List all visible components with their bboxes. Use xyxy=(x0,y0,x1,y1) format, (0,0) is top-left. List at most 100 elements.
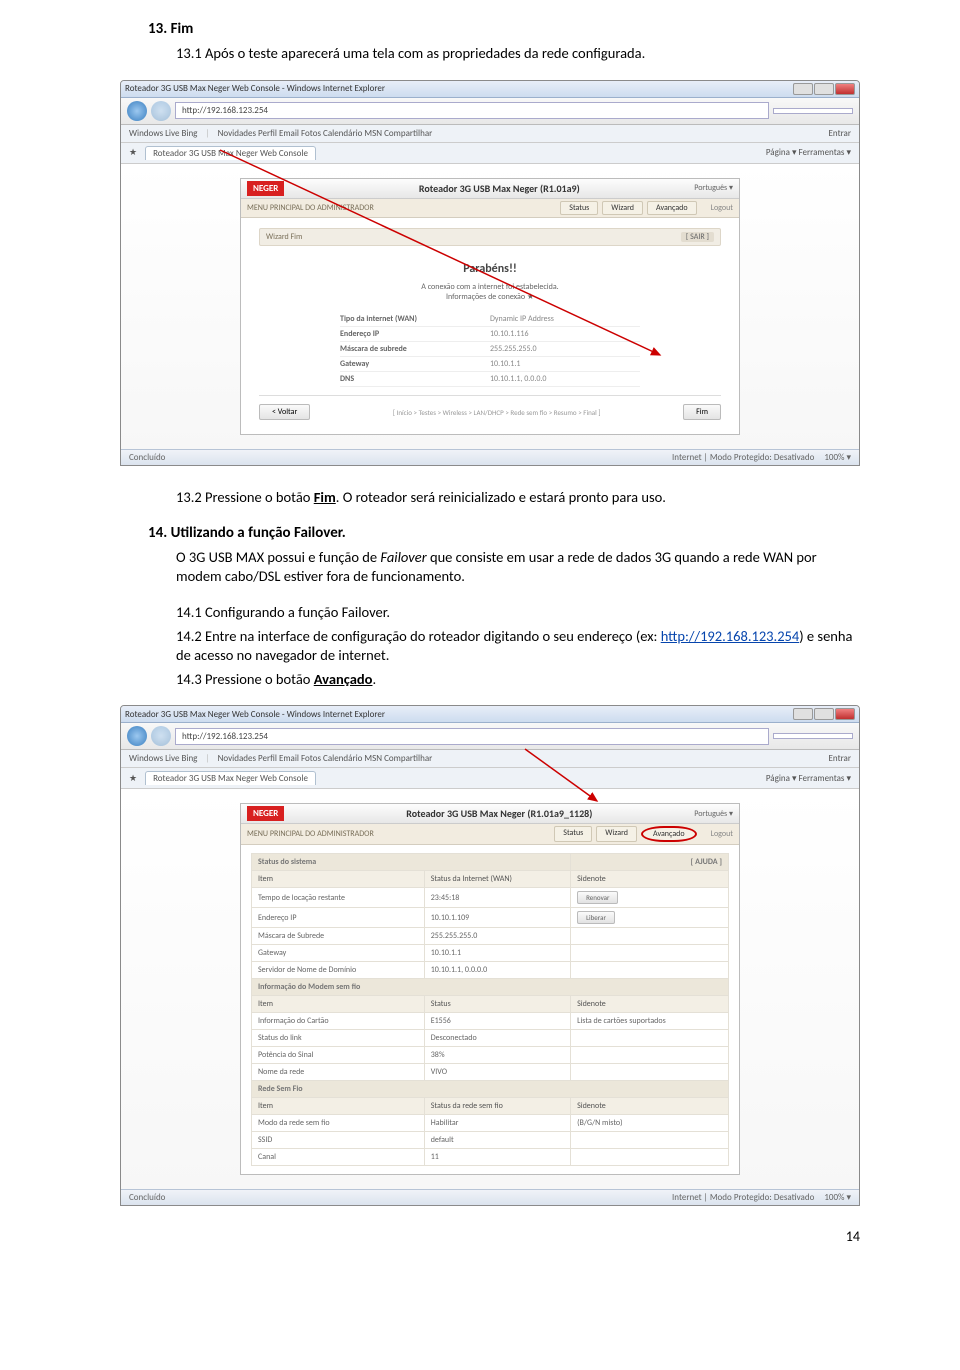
row-k: Máscara de subrede xyxy=(340,344,490,354)
section14-heading: 14. Utilizando a função Failover. xyxy=(148,524,860,542)
cell: Nome da rede xyxy=(252,1064,425,1081)
page-tools: Página ▾ Ferramentas ▾ xyxy=(766,147,851,158)
help-badge: [ AJUDA ] xyxy=(571,854,729,871)
wl-menu: Novidades Perfil Email Fotos Calendário … xyxy=(218,128,433,139)
screenshot-wizard-fim: Roteador 3G USB Max Neger Web Console - … xyxy=(120,80,860,467)
favorites-star-icon: ★ xyxy=(129,773,137,784)
row-v: 10.10.1.1 xyxy=(490,359,640,369)
row-v: Dynamic IP Address xyxy=(490,314,640,324)
neger-logo: NEGER xyxy=(247,181,284,196)
cell: Modo da rede sem fio xyxy=(252,1115,425,1132)
cell: Máscara de Subrede xyxy=(252,928,425,945)
cell: 255.255.255.0 xyxy=(424,928,570,945)
maximize-icon xyxy=(814,708,834,720)
connection-info-table: Tipo da internet (WAN)Dynamic IP Address… xyxy=(340,312,640,387)
cell: (B/G/N misto) xyxy=(571,1115,729,1132)
sec3-head: Rede Sem Fio xyxy=(252,1081,729,1098)
page-number: 14 xyxy=(0,1228,960,1245)
search-box xyxy=(773,108,853,114)
cell: VIVO xyxy=(424,1064,570,1081)
fim-button: Fim xyxy=(683,404,721,420)
t: 14.2 Entre na interface de configuração … xyxy=(176,627,661,645)
cell: Status do link xyxy=(252,1030,425,1047)
row-v: 255.255.255.0 xyxy=(490,344,640,354)
section13-heading: 13. Fim xyxy=(148,20,860,38)
router-url-link[interactable]: http://192.168.123.254 xyxy=(661,627,800,645)
browser-tab: Roteador 3G USB Max Neger Web Console xyxy=(145,146,316,160)
t: 13.2 Pressione o botão xyxy=(176,488,314,506)
admin-breadcrumb: MENU PRINCIPAL DO ADMINISTRADOR xyxy=(247,203,374,213)
wizard-fim-label: Wizard Fim xyxy=(266,232,302,242)
status-done: Concluído xyxy=(129,1192,165,1203)
address-bar: http://192.168.123.254 xyxy=(175,102,769,119)
voltar-button: < Voltar xyxy=(259,404,310,420)
t: . xyxy=(372,670,376,688)
logout-link: Logout xyxy=(711,829,733,839)
t: . O roteador será reinicializado e estar… xyxy=(336,488,666,506)
maximize-icon xyxy=(814,83,834,95)
router-title: Roteador 3G USB Max Neger (R1.01a9_1128) xyxy=(304,807,694,820)
cell: Lista de cartões suportados xyxy=(571,1013,729,1030)
tab-avancado: Avançado xyxy=(647,201,697,215)
fim-word: Fim xyxy=(314,488,336,506)
status-mode: Internet | Modo Protegido: Desativado xyxy=(672,452,814,463)
status-mode: Internet | Modo Protegido: Desativado xyxy=(672,1192,814,1203)
favorites-star-icon: ★ xyxy=(129,147,137,158)
cell: default xyxy=(424,1132,570,1149)
ie-title: Roteador 3G USB Max Neger Web Console - … xyxy=(125,709,385,720)
cell: 11 xyxy=(424,1149,570,1166)
row-k: Tipo da internet (WAN) xyxy=(340,314,490,324)
col-note: Sidenote xyxy=(571,871,729,888)
cell: Desconectado xyxy=(424,1030,570,1047)
congrats-heading: Parabéns!! xyxy=(259,262,721,276)
close-icon xyxy=(835,708,855,720)
wl-signin: Entrar xyxy=(829,128,851,139)
t: 14.3 Pressione o botão xyxy=(176,670,314,688)
row-v: 10.10.1.1, 0.0.0.0 xyxy=(490,374,640,384)
col-item: Item xyxy=(252,871,425,888)
cell: Habilitar xyxy=(424,1115,570,1132)
sec2-head: Informação do Modem sem fio xyxy=(252,979,729,996)
section14-p1: O 3G USB MAX possui e função de Failover… xyxy=(176,548,860,587)
col-status: Status da Internet (WAN) xyxy=(424,871,570,888)
minimize-icon xyxy=(793,708,813,720)
minimize-icon xyxy=(793,83,813,95)
col-note: Sidenote xyxy=(571,1098,729,1115)
tab-wizard: Wizard xyxy=(602,201,643,215)
tab-status: Status xyxy=(560,201,598,215)
liberar-button: Liberar xyxy=(577,911,615,924)
browser-tab: Roteador 3G USB Max Neger Web Console xyxy=(145,771,316,785)
admin-breadcrumb: MENU PRINCIPAL DO ADMINISTRADOR xyxy=(247,829,374,839)
row-k: Gateway xyxy=(340,359,490,369)
status-done: Concluído xyxy=(129,452,165,463)
page-tools: Página ▾ Ferramentas ▾ xyxy=(766,773,851,784)
t: O 3G USB MAX possui e função de xyxy=(176,548,380,566)
failover-word: Failover xyxy=(380,548,426,566)
cell: Canal xyxy=(252,1149,425,1166)
congrats-sub2: Informações de conexão ★ xyxy=(259,292,721,302)
section13-p1: 13.1 Após o teste aparecerá uma tela com… xyxy=(176,44,860,64)
sair-badge: [ SAIR ] xyxy=(681,232,714,242)
window-controls xyxy=(793,83,855,95)
zoom-level: 100% ▾ xyxy=(824,452,851,463)
wizard-steps-crumb: [ Início > Testes > Wireless > LAN/DHCP … xyxy=(318,408,675,417)
sec1-head: Status do sistema xyxy=(252,854,571,871)
cell: 10.10.1.1 xyxy=(424,945,570,962)
language-select: Português ▾ xyxy=(694,809,733,819)
cell: 10.10.1.109 xyxy=(424,908,570,928)
zoom-level: 100% ▾ xyxy=(824,1192,851,1203)
address-bar: http://192.168.123.254 xyxy=(175,728,769,745)
cell: 38% xyxy=(424,1047,570,1064)
cell: 10.10.1.1, 0.0.0.0 xyxy=(424,962,570,979)
cell: SSID xyxy=(252,1132,425,1149)
row-v: 10.10.1.116 xyxy=(490,329,640,339)
cell: 23:45:18 xyxy=(424,888,570,908)
cell: Informação do Cartão xyxy=(252,1013,425,1030)
screenshot-status-avancado: Roteador 3G USB Max Neger Web Console - … xyxy=(120,705,860,1206)
avancado-word: Avançado xyxy=(314,670,373,688)
favorites-label: Windows Live Bing xyxy=(129,753,197,764)
wl-menu: Novidades Perfil Email Fotos Calendário … xyxy=(218,753,433,764)
router-title: Roteador 3G USB Max Neger (R1.01a9) xyxy=(304,182,694,195)
col-note: Sidenote xyxy=(571,996,729,1013)
close-icon xyxy=(835,83,855,95)
